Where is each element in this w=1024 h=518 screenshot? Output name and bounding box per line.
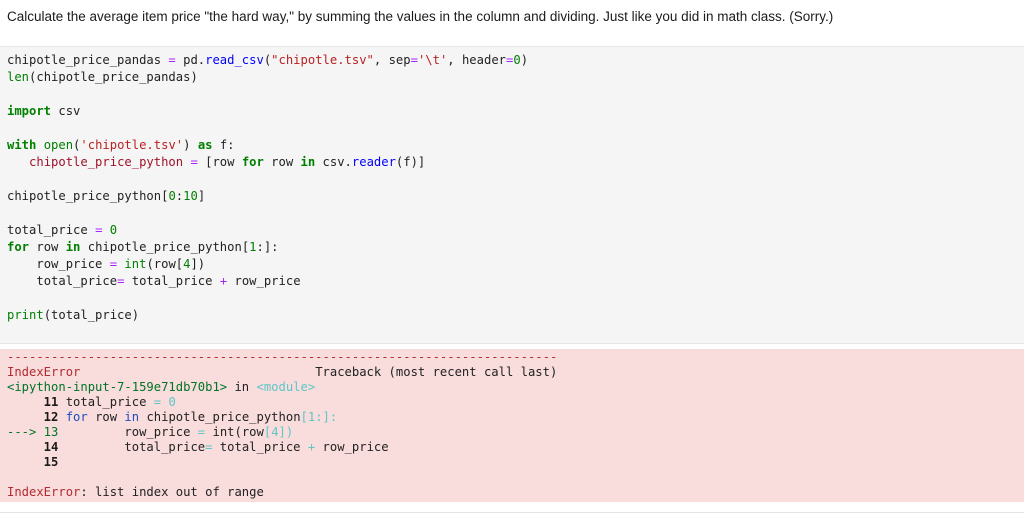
- code-line: import csv: [7, 104, 81, 118]
- code-line: chipotle_price_pandas = pd.read_csv("chi…: [7, 53, 529, 67]
- code-line: len(chipotle_price_pandas): [7, 70, 198, 84]
- code-cell-input[interactable]: chipotle_price_pandas = pd.read_csv("chi…: [0, 46, 1024, 344]
- code-line: for row in chipotle_price_python[1:]:: [7, 240, 279, 254]
- code-editor[interactable]: chipotle_price_pandas = pd.read_csv("chi…: [7, 52, 528, 324]
- cell-divider: [0, 512, 1024, 513]
- code-line: print(total_price): [7, 308, 140, 322]
- traceback-location: <ipython-input-7-159e71db70b1> in <modul…: [7, 380, 316, 394]
- code-line: chipotle_price_python = [row for row in …: [29, 155, 426, 169]
- traceback-output: ----------------------------------------…: [7, 350, 557, 500]
- error-message: IndexError: list index out of range: [7, 485, 264, 499]
- code-line: chipotle_price_python[0:10]: [7, 189, 206, 203]
- instruction-text: Calculate the average item price "the ha…: [7, 9, 834, 24]
- code-line: row_price = int(row[4]): [36, 257, 206, 271]
- code-line: with open('chipotle.tsv') as f:: [7, 138, 235, 152]
- traceback-line-current: ---> 13 row_price = int(row[4]): [7, 425, 294, 439]
- error-output-cell: ----------------------------------------…: [0, 349, 1024, 502]
- traceback-line: 14 total_price= total_price + row_price: [7, 440, 389, 454]
- code-line: total_price = 0: [7, 223, 118, 237]
- traceback-separator: ----------------------------------------…: [7, 350, 558, 364]
- code-line: total_price= total_price + row_price: [36, 274, 301, 288]
- traceback-line: 15: [7, 455, 59, 469]
- traceback-header: IndexError Traceback (most recent call l…: [7, 365, 558, 379]
- traceback-line: 11 total_price = 0: [7, 395, 176, 409]
- traceback-line: 12 for row in chipotle_price_python[1:]:: [7, 410, 338, 424]
